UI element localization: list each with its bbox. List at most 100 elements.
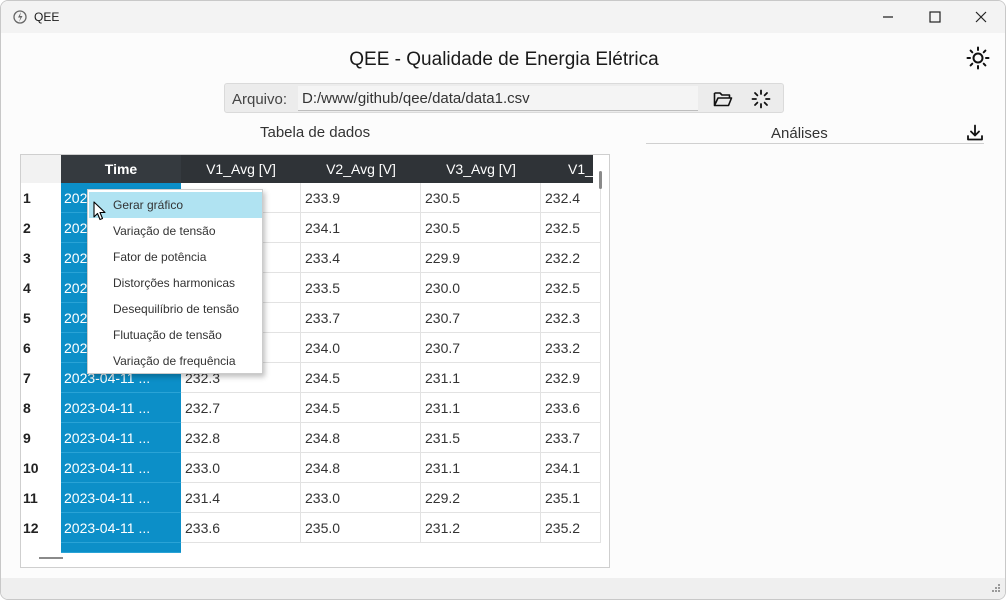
context-menu-item[interactable]: Variação de frequência: [89, 348, 262, 374]
cell-time[interactable]: 2023-04-11 ...: [61, 483, 181, 513]
cursor-icon: [93, 201, 106, 221]
context-menu-item[interactable]: Gerar gráfico: [89, 192, 262, 218]
cell-v4[interactable]: 232.5: [541, 213, 601, 243]
cell-v2[interactable]: 234.1: [301, 213, 421, 243]
cell-v4[interactable]: 235.2: [541, 513, 601, 543]
cell-v2[interactable]: 234.5: [301, 393, 421, 423]
open-file-button[interactable]: [709, 87, 737, 111]
cell-v2[interactable]: 235.0: [301, 513, 421, 543]
row-number[interactable]: 8: [21, 393, 61, 423]
window-title: QEE: [34, 10, 60, 24]
row-number[interactable]: 10: [21, 453, 61, 483]
row-number[interactable]: 4: [21, 273, 61, 303]
cell-v1[interactable]: 233.6: [181, 513, 301, 543]
cell-time-partial: [61, 543, 181, 553]
app-icon: [13, 10, 27, 24]
analysis-section-title: Análises: [771, 125, 828, 142]
download-button[interactable]: [965, 123, 985, 143]
cell-v2[interactable]: 233.9: [301, 183, 421, 213]
cell-v1[interactable]: 232.7: [181, 393, 301, 423]
context-menu-item[interactable]: Fator de potência: [89, 244, 262, 270]
column-header-v3[interactable]: V3_Avg [V]: [421, 155, 541, 183]
cell-v3[interactable]: 230.7: [421, 303, 541, 333]
row-number[interactable]: 11: [21, 483, 61, 513]
cell-v4[interactable]: 232.2: [541, 243, 601, 273]
minimize-button[interactable]: [865, 1, 911, 33]
file-path-input[interactable]: [298, 86, 698, 111]
cell-v3[interactable]: 231.5: [421, 423, 541, 453]
row-number[interactable]: 9: [21, 423, 61, 453]
cell-v3[interactable]: 231.1: [421, 363, 541, 393]
theme-toggle-button[interactable]: [965, 45, 991, 71]
sun-icon: [966, 46, 990, 70]
context-menu-item[interactable]: Desequilíbrio de tensão: [89, 296, 262, 322]
row-number[interactable]: 2: [21, 213, 61, 243]
cell-v4[interactable]: 232.3: [541, 303, 601, 333]
row-number[interactable]: 12: [21, 513, 61, 543]
cell-v4[interactable]: 233.2: [541, 333, 601, 363]
title-bar[interactable]: QEE: [1, 1, 1005, 33]
context-menu-item[interactable]: Variação de tensão: [89, 218, 262, 244]
cell-v4[interactable]: 232.4: [541, 183, 601, 213]
cell-v3[interactable]: 229.2: [421, 483, 541, 513]
resize-grip-icon[interactable]: [989, 583, 1001, 595]
row-number[interactable]: 1: [21, 183, 61, 213]
context-menu-item[interactable]: Flutuação de tensão: [89, 322, 262, 348]
close-icon: [975, 11, 987, 23]
cell-v3[interactable]: 230.0: [421, 273, 541, 303]
row-number[interactable]: 6: [21, 333, 61, 363]
loading-indicator: [747, 87, 775, 111]
cell-v3[interactable]: 230.5: [421, 183, 541, 213]
cell-v3[interactable]: 230.7: [421, 333, 541, 363]
row-number[interactable]: 7: [21, 363, 61, 393]
analysis-divider: [646, 143, 984, 144]
cell-v3[interactable]: 231.1: [421, 393, 541, 423]
table-header: Time V1_Avg [V] V2_Avg [V] V3_Avg [V] V1…: [61, 155, 593, 183]
cell-v3[interactable]: 231.2: [421, 513, 541, 543]
vertical-scrollbar[interactable]: [599, 171, 602, 189]
cell-v2[interactable]: 233.5: [301, 273, 421, 303]
cell-v3[interactable]: 231.1: [421, 453, 541, 483]
cell-v1[interactable]: 231.4: [181, 483, 301, 513]
cell-time[interactable]: 2023-04-11 ...: [61, 513, 181, 543]
cell-v3[interactable]: 229.9: [421, 243, 541, 273]
cell-v4[interactable]: 233.6: [541, 393, 601, 423]
cell-v1[interactable]: 232.8: [181, 423, 301, 453]
cell-v4[interactable]: 232.5: [541, 273, 601, 303]
cell-v4[interactable]: 232.9: [541, 363, 601, 393]
close-button[interactable]: [958, 1, 1004, 33]
column-header-v1[interactable]: V1_Avg [V]: [181, 155, 301, 183]
page-title: QEE - Qualidade de Energia Elétrica: [349, 49, 659, 70]
cell-v3[interactable]: 230.5: [421, 213, 541, 243]
cell-v4[interactable]: 234.1: [541, 453, 601, 483]
folder-open-icon: [713, 92, 733, 107]
minimize-icon: [883, 16, 893, 18]
horizontal-scrollbar[interactable]: [39, 557, 63, 559]
row-number[interactable]: 5: [21, 303, 61, 333]
context-menu-item[interactable]: Distorções harmonicas: [89, 270, 262, 296]
cell-v2[interactable]: 234.8: [301, 423, 421, 453]
cell-v2[interactable]: 233.0: [301, 483, 421, 513]
cell-v1[interactable]: 233.0: [181, 453, 301, 483]
cell-v2[interactable]: 234.8: [301, 453, 421, 483]
table-section-title: Tabela de dados: [260, 124, 371, 141]
file-bar: Arquivo:: [224, 83, 784, 113]
app-window: QEE QEE - Qualidade de Energia Elétrica …: [0, 0, 1006, 600]
column-header-v2[interactable]: V2_Avg [V]: [301, 155, 421, 183]
cell-v4[interactable]: 233.7: [541, 423, 601, 453]
cell-v2[interactable]: 233.4: [301, 243, 421, 273]
maximize-icon: [929, 11, 941, 23]
download-icon: [967, 124, 983, 141]
row-number[interactable]: 3: [21, 243, 61, 273]
cell-v4[interactable]: 235.1: [541, 483, 601, 513]
cell-time[interactable]: 2023-04-11 ...: [61, 453, 181, 483]
cell-time[interactable]: 2023-04-11 ...: [61, 423, 181, 453]
cell-v2[interactable]: 234.5: [301, 363, 421, 393]
column-header-time[interactable]: Time: [61, 155, 181, 183]
loading-spinner-icon: [751, 89, 771, 109]
status-bar: [1, 578, 1005, 599]
maximize-button[interactable]: [912, 1, 958, 33]
cell-v2[interactable]: 233.7: [301, 303, 421, 333]
cell-time[interactable]: 2023-04-11 ...: [61, 393, 181, 423]
cell-v2[interactable]: 234.0: [301, 333, 421, 363]
